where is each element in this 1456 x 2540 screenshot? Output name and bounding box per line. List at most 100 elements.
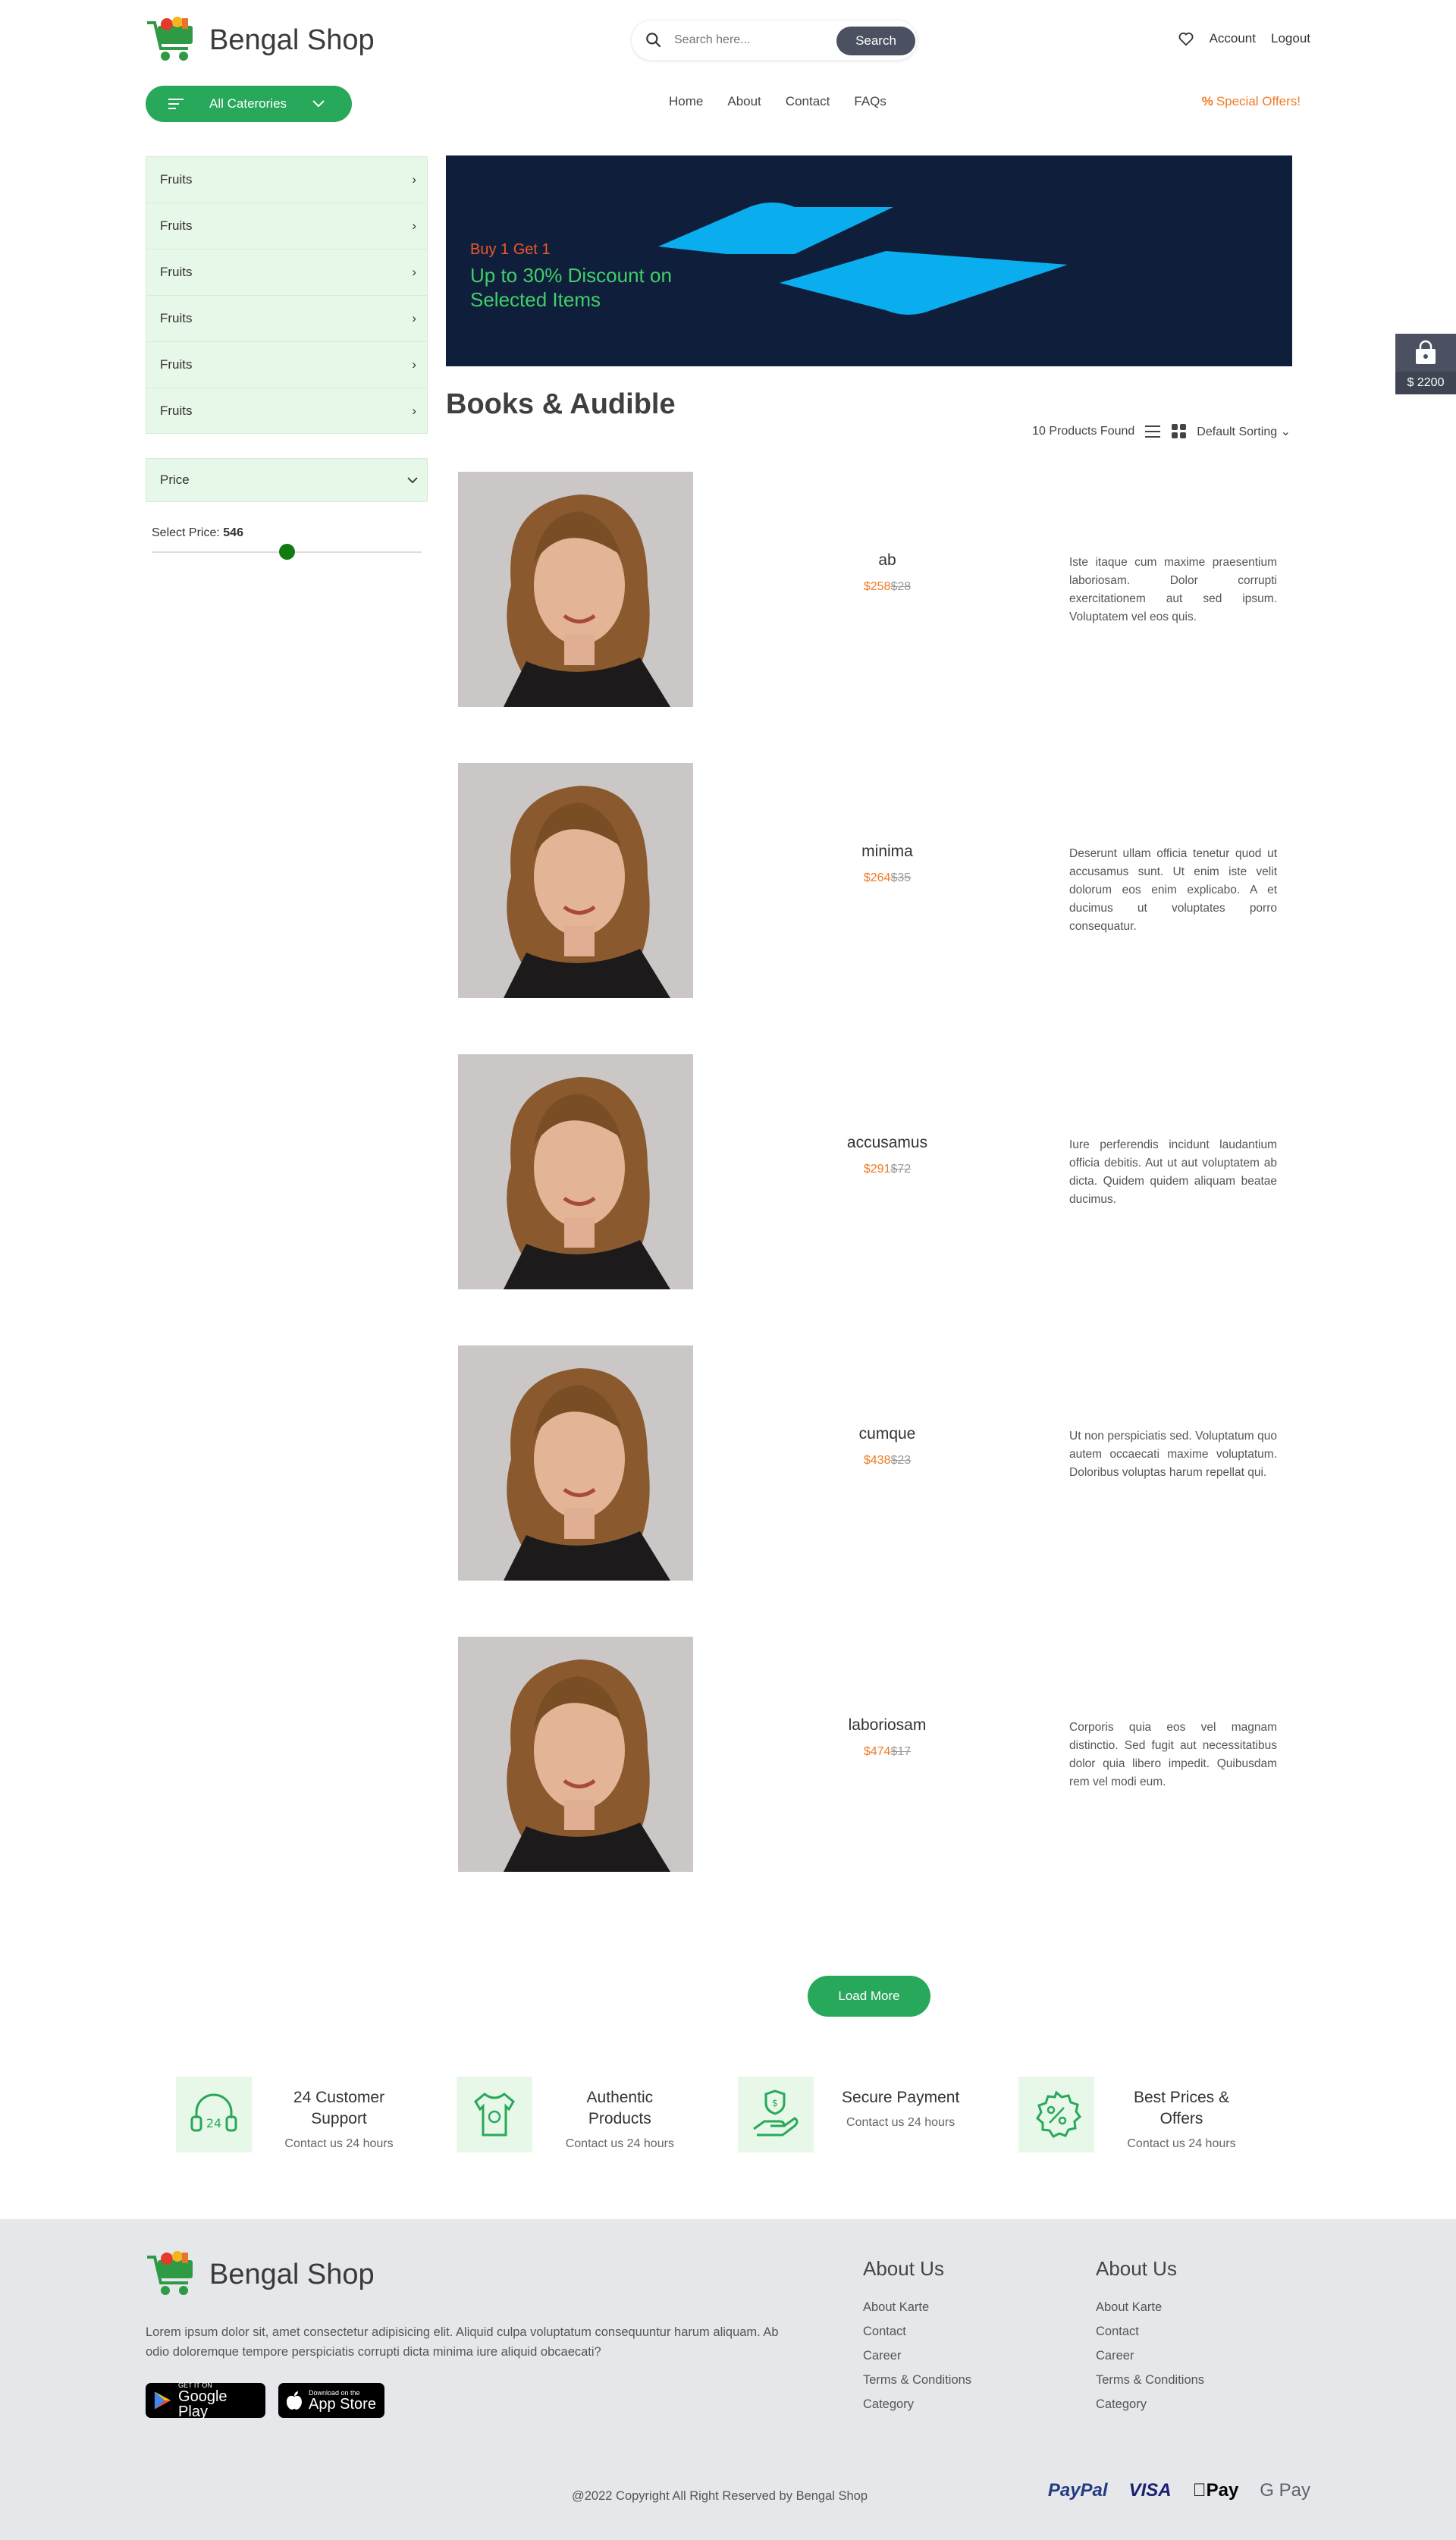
google-play-button[interactable]: GET IT ON Google Play <box>146 2381 265 2419</box>
footer-link[interactable]: Terms & Conditions <box>1096 2373 1204 2397</box>
all-categories-button[interactable]: All Caterories <box>146 86 352 122</box>
product-description: Corporis quia eos vel magnam distinctio.… <box>1069 1721 1277 1788</box>
footer-link[interactable]: Terms & Conditions <box>863 2373 971 2397</box>
special-offers-label: Special Offers! <box>1216 94 1301 108</box>
price-filter-toggle[interactable]: Price <box>146 458 428 502</box>
sort-label: Default Sorting <box>1197 425 1278 438</box>
product-info: accusamus $291$72 <box>774 1134 1001 1176</box>
user-links: Account Logout <box>1178 30 1310 47</box>
product-name[interactable]: ab <box>774 551 1001 570</box>
search-icon <box>646 33 661 48</box>
footer-link[interactable]: Category <box>863 2397 971 2422</box>
app-store-button[interactable]: Download on the App Store <box>278 2383 384 2418</box>
product-old-price: $23 <box>890 1454 912 1467</box>
footer-link[interactable]: About Karte <box>1096 2300 1204 2325</box>
logout-link[interactable]: Logout <box>1271 31 1310 46</box>
price-slider-handle[interactable] <box>278 544 295 560</box>
product-info: laboriosam $474$17 <box>774 1716 1001 1759</box>
all-categories-label: All Caterories <box>209 96 287 111</box>
product-description: Deserunt ullam officia tenetur quod ut a… <box>1069 847 1277 933</box>
feature-subtitle: Contact us 24 hours <box>1127 2137 1236 2150</box>
product-name[interactable]: laboriosam <box>774 1716 1001 1735</box>
category-item[interactable]: Fruits › <box>146 156 428 203</box>
category-list: Fruits › Fruits › Fruits › Fruits › Fruits › … <box>146 156 428 434</box>
payment-methods: PayPal VISA Pay G Pay <box>1048 2480 1310 2501</box>
search-button[interactable]: Search <box>836 27 915 55</box>
apple-pay-label: Pay <box>1206 2480 1239 2501</box>
product-name[interactable]: minima <box>774 843 1001 861</box>
nav-home[interactable]: Home <box>669 94 703 109</box>
promo-banner[interactable]: Buy 1 Get 1 Up to 30% Discount on Select… <box>446 155 1292 366</box>
product-image[interactable] <box>458 472 693 707</box>
list-view-icon[interactable] <box>1144 424 1162 439</box>
google-play-icon <box>154 2391 171 2410</box>
category-label: Fruits <box>160 357 193 372</box>
sort-select[interactable]: Default Sorting ⌄ <box>1197 424 1291 439</box>
product-name[interactable]: cumque <box>774 1425 1001 1443</box>
shirt-icon <box>457 2077 533 2152</box>
shopping-cart-logo-icon <box>147 17 193 61</box>
select-price-label: Select Price: <box>152 526 220 539</box>
footer-link[interactable]: About Karte <box>863 2300 971 2325</box>
chevron-down-icon: ⌄ <box>1280 425 1291 438</box>
footer-link[interactable]: Contact <box>863 2325 971 2349</box>
product-price: $474$17 <box>774 1745 1001 1759</box>
category-item[interactable]: Fruits › <box>146 341 428 388</box>
footer-about-text: Lorem ipsum dolor sit, amet consectetur … <box>146 2325 779 2359</box>
app-store-big: App Store <box>309 2396 376 2413</box>
product-description: Ut non perspiciatis sed. Voluptatum quo … <box>1069 1430 1277 1479</box>
grid-view-icon[interactable] <box>1171 423 1188 440</box>
portrait-photo <box>458 763 693 998</box>
brand-logo[interactable]: Bengal Shop <box>144 15 375 65</box>
floating-cart[interactable]: $ 2200 <box>1395 334 1456 394</box>
site-footer: Bengal Shop Lorem ipsum dolor sit, amet … <box>0 2219 1456 2540</box>
product-image[interactable] <box>458 1637 693 1872</box>
category-label: Fruits <box>160 311 193 325</box>
category-item[interactable]: Fruits › <box>146 388 428 434</box>
product-price: $291$72 <box>774 1163 1001 1176</box>
chevron-right-icon: › <box>412 311 416 325</box>
footer-column-1: About Us About Karte Contact Career Term… <box>863 2257 971 2422</box>
category-item[interactable]: Fruits › <box>146 295 428 341</box>
footer-column-2: About Us About Karte Contact Career Term… <box>1096 2257 1204 2422</box>
portrait-photo <box>458 1345 693 1581</box>
apple-icon <box>287 2391 302 2410</box>
footer-link[interactable]: Career <box>1096 2349 1204 2373</box>
product-name[interactable]: accusamus <box>774 1134 1001 1152</box>
footer-link[interactable]: Category <box>1096 2397 1204 2422</box>
category-item[interactable]: Fruits › <box>146 203 428 249</box>
load-more-button[interactable]: Load More <box>808 1976 930 2017</box>
nav-contact[interactable]: Contact <box>786 94 830 109</box>
category-label: Fruits <box>160 172 193 187</box>
product-image[interactable] <box>458 763 693 998</box>
footer-link[interactable]: Contact <box>1096 2325 1204 2349</box>
nav-faqs[interactable]: FAQs <box>854 94 886 109</box>
product-image[interactable] <box>458 1054 693 1289</box>
footer-link[interactable]: Career <box>863 2349 971 2373</box>
category-item[interactable]: Fruits › <box>146 249 428 295</box>
shopping-cart-logo-icon <box>147 2251 193 2295</box>
heart-icon[interactable] <box>1178 30 1194 47</box>
search-input[interactable] <box>674 33 826 47</box>
category-label: Fruits <box>160 265 193 279</box>
product-price: $438$23 <box>774 1454 1001 1468</box>
product-image[interactable] <box>458 1345 693 1581</box>
percent-icon: % <box>1201 94 1213 108</box>
price-filter-title: Price <box>160 473 190 487</box>
special-offers-link[interactable]: % Special Offers! <box>1202 94 1301 109</box>
banner-headline: Up to 30% Discount on Selected Items <box>470 264 672 311</box>
product-sale-price: $291 <box>863 1163 891 1176</box>
brand-name: Bengal Shop <box>209 24 375 56</box>
account-link[interactable]: Account <box>1210 31 1256 46</box>
product-toolbar: 10 Products Found Default Sorting ⌄ <box>1032 423 1291 440</box>
product-description: Iure perferendis incidunt laudantium off… <box>1069 1138 1277 1206</box>
footer-logo[interactable]: Bengal Shop <box>144 2250 375 2300</box>
main-nav: Home About Contact FAQs <box>669 94 886 109</box>
nav-about[interactable]: About <box>727 94 761 109</box>
feature-title: Authentic Products <box>586 2089 654 2127</box>
search-bar: Search <box>631 20 918 61</box>
feature-subtitle: Contact us 24 hours <box>284 2137 394 2150</box>
feature-item: Best Prices & Offers Contact us 24 hours <box>1018 2077 1280 2152</box>
footer-column-title: About Us <box>863 2257 944 2280</box>
paypal-logo: PayPal <box>1047 2480 1108 2501</box>
